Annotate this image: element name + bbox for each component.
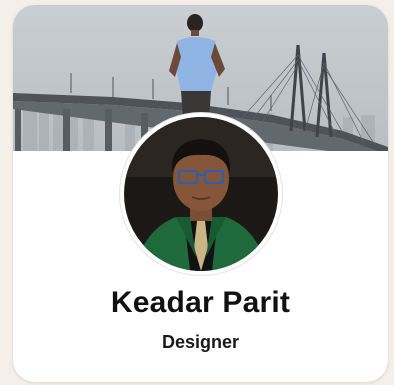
profile-card: Keadar Parit Designer bbox=[13, 5, 388, 382]
profile-role: Designer bbox=[161, 332, 240, 352]
profile-name: Keadar Parit bbox=[110, 286, 291, 319]
avatar-ring bbox=[120, 113, 282, 275]
avatar bbox=[124, 117, 278, 271]
